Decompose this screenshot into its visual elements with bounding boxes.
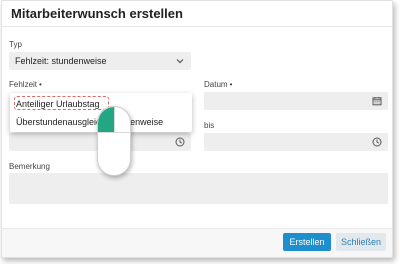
bis-label: bis [204,121,215,130]
create-button[interactable]: Erstellen [283,233,331,251]
required-marker: • [39,80,42,89]
dialog-footer [2,228,392,257]
mouse-body-divider [98,132,130,133]
typ-label: Typ [9,40,22,49]
chevron-down-icon [176,59,184,64]
clock-icon [175,137,185,147]
calendar-icon [372,97,382,106]
clock-icon [372,137,382,147]
title-divider [2,26,392,27]
typ-value: Fehlzeit: stundenweise [15,56,107,66]
mouse-button-divider [114,107,115,132]
mouse-click-illustration [97,106,131,176]
datum-label-text: Datum [204,80,228,89]
datum-field[interactable] [204,92,388,110]
mouse-left-button [98,107,114,132]
datum-label: Datum • [204,80,232,89]
dialog: Mitarbeiterwunsch erstellen Typ Fehlzeit… [1,0,393,258]
dropdown-option-ueberstundenausgleich[interactable]: Überstundenausgleich stundenweise [16,117,163,127]
dropdown-option-anteiliger-urlaubstag[interactable]: Anteiliger Urlaubstag [16,99,100,109]
fehlzeit-label: Fehlzeit • [9,80,42,89]
typ-select[interactable]: Fehlzeit: stundenweise [9,52,191,70]
required-marker: • [229,80,233,89]
bemerkung-label: Bemerkung [9,162,50,171]
bemerkung-textarea[interactable] [9,173,388,204]
close-button[interactable]: Schließen [336,233,386,251]
bis-time-field[interactable] [204,133,388,151]
fehlzeit-label-text: Fehlzeit [9,80,38,89]
dialog-title: Mitarbeiterwunsch erstellen [11,6,183,21]
